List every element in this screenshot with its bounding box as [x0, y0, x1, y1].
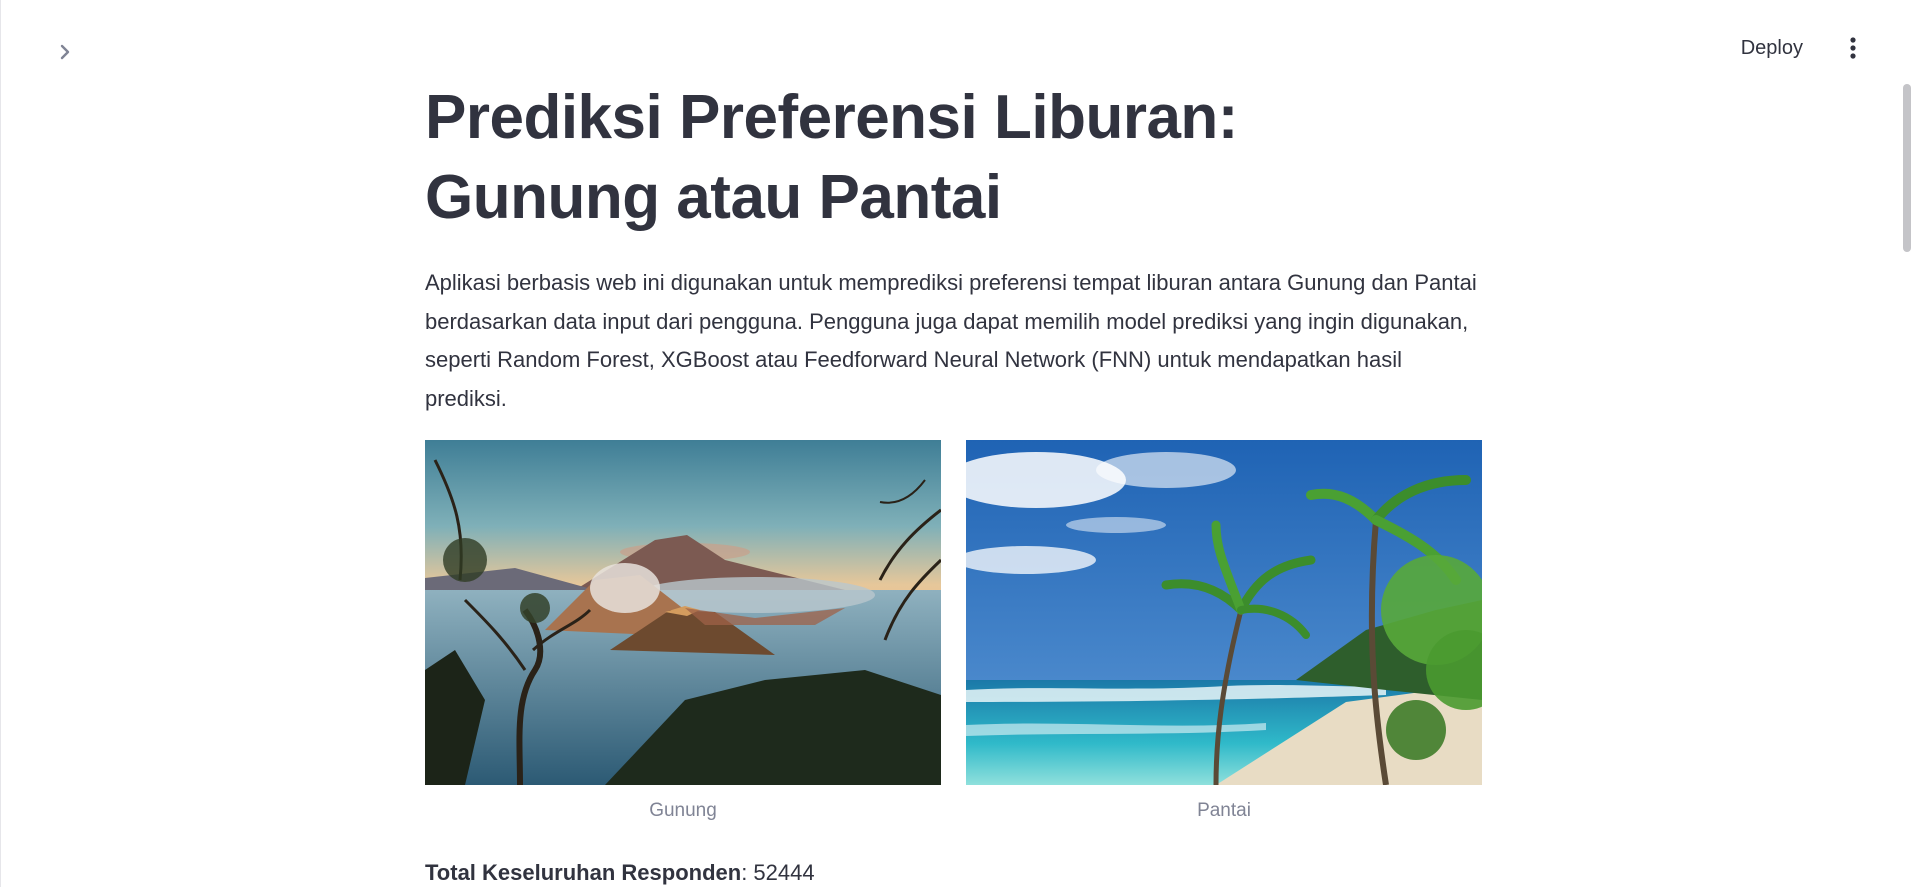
image-column-pantai: Pantai [966, 440, 1482, 822]
chevron-right-icon [60, 44, 70, 60]
mountain-photo [425, 440, 941, 785]
total-respondents-separator: : [741, 860, 754, 885]
total-respondents: Total Keseluruhan Responden: 52444 [425, 860, 815, 886]
page-title: Prediksi Preferensi Liburan: Gunung atau… [425, 83, 1238, 232]
deploy-button[interactable]: Deploy [1737, 31, 1807, 66]
image-caption-pantai: Pantai [1197, 800, 1251, 821]
total-respondents-value: 52444 [753, 860, 815, 885]
scrollbar-thumb[interactable] [1903, 84, 1911, 252]
app-window: Deploy Prediksi Preferensi Liburan: Gunu… [0, 0, 1915, 887]
header-toolbar: Deploy [1737, 30, 1865, 66]
app-description: Aplikasi berbasis web ini digunakan untu… [425, 270, 1477, 411]
sidebar-expand-button[interactable] [51, 38, 79, 66]
image-column-gunung: Gunung [425, 440, 941, 822]
main-menu-button[interactable] [1841, 30, 1865, 66]
beach-photo [966, 440, 1482, 785]
main-content: Prediksi Preferensi Liburan: Gunung atau… [425, 78, 1483, 840]
image-columns: Gunung Pantai [425, 440, 1483, 840]
image-caption-gunung: Gunung [649, 800, 717, 821]
total-respondents-label: Total Keseluruhan Responden [425, 860, 742, 885]
vertical-ellipsis-icon [1850, 37, 1856, 59]
